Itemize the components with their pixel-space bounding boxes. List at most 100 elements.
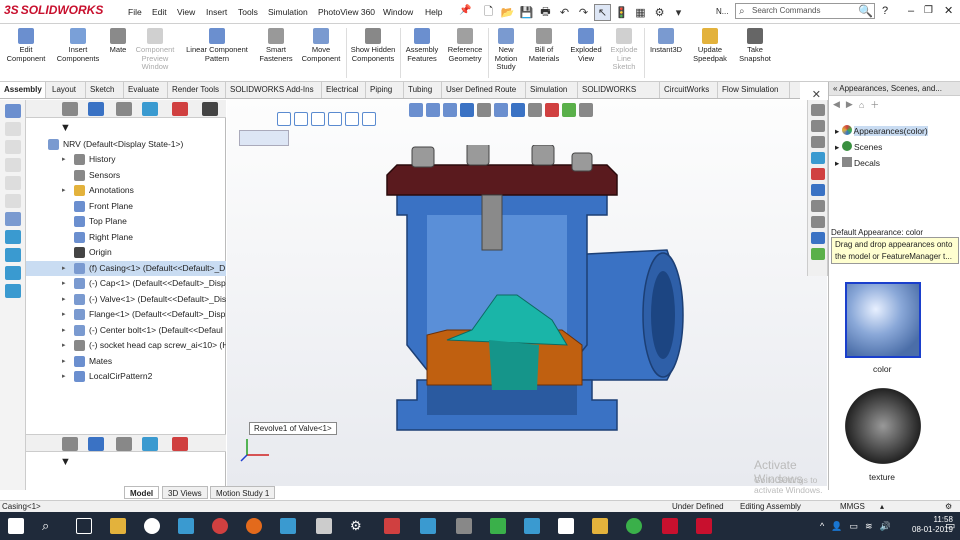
camera-icon[interactable] xyxy=(558,518,574,534)
tab-sketch[interactable]: Sketch xyxy=(86,82,124,98)
undo-icon[interactable]: ↶ xyxy=(556,4,573,21)
tool-icon[interactable] xyxy=(5,194,21,208)
tree-item[interactable]: Origin xyxy=(26,245,226,260)
appearance-thumb-color[interactable] xyxy=(845,282,921,358)
apply-scene-icon[interactable] xyxy=(562,103,576,117)
tree-item[interactable]: Right Plane xyxy=(26,230,226,245)
tab-simulation[interactable]: Simulation xyxy=(526,82,578,98)
tree-item[interactable]: ▸ (-) Center bolt<1> (Default<<Defaul xyxy=(26,323,226,338)
tab-user-defined-route[interactable]: User Defined Route xyxy=(442,82,526,98)
settings-icon[interactable]: ⚙ xyxy=(350,518,366,534)
open-icon[interactable]: 📂 xyxy=(499,4,516,21)
expand-arrow-icon[interactable]: ▸ xyxy=(62,183,66,198)
file-explorer-icon[interactable] xyxy=(110,518,126,534)
expand-arrow-icon[interactable]: ▸ xyxy=(62,292,66,307)
nrv-model[interactable] xyxy=(367,145,687,465)
select-icon[interactable]: ↖ xyxy=(594,3,611,21)
chrome-icon[interactable] xyxy=(626,518,642,534)
solidworks-taskbar-icon[interactable] xyxy=(696,518,712,534)
display-style-icon[interactable] xyxy=(511,103,525,117)
tray-chevron-icon[interactable]: ^ xyxy=(820,521,824,532)
feature-tree-icon[interactable] xyxy=(62,437,78,451)
section-view-icon[interactable] xyxy=(460,103,474,117)
assembly-features-button[interactable]: Assembly Features xyxy=(402,28,442,63)
menu-insert[interactable]: Insert xyxy=(206,7,227,17)
tool-icon[interactable] xyxy=(5,230,21,244)
forum-icon[interactable] xyxy=(811,200,825,212)
expand-arrow-icon[interactable]: ▸ xyxy=(835,126,842,136)
tree-item[interactable]: ▸ Annotations xyxy=(26,183,226,198)
menu-window[interactable]: Window xyxy=(383,7,413,17)
hide-show-items-icon[interactable] xyxy=(528,103,542,117)
tab-electrical[interactable]: Electrical xyxy=(322,82,366,98)
configuration-icon[interactable] xyxy=(116,437,132,451)
menu-edit[interactable]: Edit xyxy=(152,7,167,17)
expand-arrow-icon[interactable]: ▸ xyxy=(62,323,66,338)
tab-assembly[interactable]: Assembly xyxy=(0,82,46,98)
tree-item[interactable]: ▸ (f) Casing<1> (Default<<Default>_D xyxy=(26,260,226,276)
edit-component-button[interactable]: Edit Component xyxy=(4,28,48,63)
search-commands-input[interactable]: ⌕ Search Commands xyxy=(735,3,875,19)
tab-model[interactable]: Model xyxy=(124,486,160,499)
tree-root[interactable]: NRV (Default<Display State-1>) xyxy=(26,137,226,152)
options-dropdown-icon[interactable]: ▾ xyxy=(670,4,687,21)
view-palette-icon[interactable] xyxy=(811,152,825,164)
move-component-button[interactable]: Move Component xyxy=(298,28,344,63)
file-explorer-icon[interactable] xyxy=(811,136,825,148)
tab-addins[interactable]: SOLIDWORKS Add-Ins xyxy=(226,82,322,98)
zoom-to-fit-icon[interactable] xyxy=(409,103,423,117)
tool-icon[interactable] xyxy=(5,266,21,280)
user-name[interactable]: N... xyxy=(716,7,728,16)
property-manager-icon[interactable] xyxy=(88,102,104,116)
show-hidden-button[interactable]: Show Hidden Components xyxy=(350,28,396,63)
forward-icon[interactable]: ▶ xyxy=(846,99,853,110)
zoom-area-icon[interactable] xyxy=(426,103,440,117)
insert-components-button[interactable]: Insert Components xyxy=(52,28,104,63)
filter-icon[interactable]: ▼ xyxy=(60,456,71,468)
calculator-icon[interactable] xyxy=(316,518,332,534)
graphics-area[interactable]: ✕ Revolve1 of Valve<1> Activate Windows … xyxy=(227,89,827,495)
tree-item[interactable]: ▸ History xyxy=(26,152,226,167)
select-tool-icon[interactable] xyxy=(362,112,376,126)
tree-item[interactable]: Top Plane xyxy=(26,214,226,229)
exploded-view-button[interactable]: Exploded View xyxy=(566,28,606,63)
add-icon[interactable]: ＋ xyxy=(870,98,879,111)
dimxpert-icon[interactable] xyxy=(142,102,158,116)
file-properties-icon[interactable]: ▦ xyxy=(632,4,649,21)
app-icon[interactable] xyxy=(524,518,540,534)
help-icon[interactable]: ? xyxy=(882,5,888,17)
reference-geometry-button[interactable]: Reference Geometry xyxy=(444,28,486,63)
tree-item[interactable]: ▸ LocalCirPattern2 xyxy=(26,369,226,384)
tool-icon[interactable] xyxy=(5,176,21,190)
expand-arrow-icon[interactable]: ▸ xyxy=(62,338,66,353)
view-orientation-icon[interactable] xyxy=(494,103,508,117)
display-manager-icon[interactable] xyxy=(172,102,188,116)
save-icon[interactable]: 💾 xyxy=(518,4,535,21)
linear-pattern-button[interactable]: Linear Component Pattern xyxy=(180,28,254,63)
menu-view[interactable]: View xyxy=(177,7,195,17)
component-preview-button[interactable]: Component Preview Window xyxy=(132,28,178,72)
menu-simulation[interactable]: Simulation xyxy=(268,7,308,17)
take-snapshot-button[interactable]: Take Snapshot xyxy=(734,28,776,63)
expand-arrow-icon[interactable]: ▸ xyxy=(62,152,66,167)
configuration-icon[interactable] xyxy=(116,102,132,116)
tree-decals[interactable]: ▸ Decals xyxy=(835,156,880,170)
property-manager-icon[interactable] xyxy=(88,437,104,451)
tool-icon[interactable] xyxy=(5,284,21,298)
menu-photoview[interactable]: PhotoView 360 xyxy=(318,7,375,17)
new-motion-study-button[interactable]: New Motion Study xyxy=(490,28,522,72)
bill-of-materials-button[interactable]: Bill of Materials xyxy=(526,28,562,63)
menu-tools[interactable]: Tools xyxy=(238,7,258,17)
tab-evaluate[interactable]: Evaluate xyxy=(124,82,168,98)
context-toolbar[interactable] xyxy=(239,130,289,146)
feature-tree-icon[interactable] xyxy=(62,102,78,116)
tab-piping[interactable]: Piping xyxy=(366,82,404,98)
app-icon[interactable] xyxy=(420,518,436,534)
cam-icon[interactable] xyxy=(202,102,218,116)
tab-flow-simulation[interactable]: Flow Simulation xyxy=(718,82,790,98)
update-speedpak-button[interactable]: Update Speedpak xyxy=(690,28,730,63)
appearances-icon[interactable] xyxy=(811,168,825,180)
tree-item[interactable]: ▸ (-) Valve<1> (Default<<Default>_Dis xyxy=(26,292,226,307)
smart-fasteners-button[interactable]: Smart Fasteners xyxy=(254,28,298,63)
expand-arrow-icon[interactable]: ▸ xyxy=(835,158,842,168)
